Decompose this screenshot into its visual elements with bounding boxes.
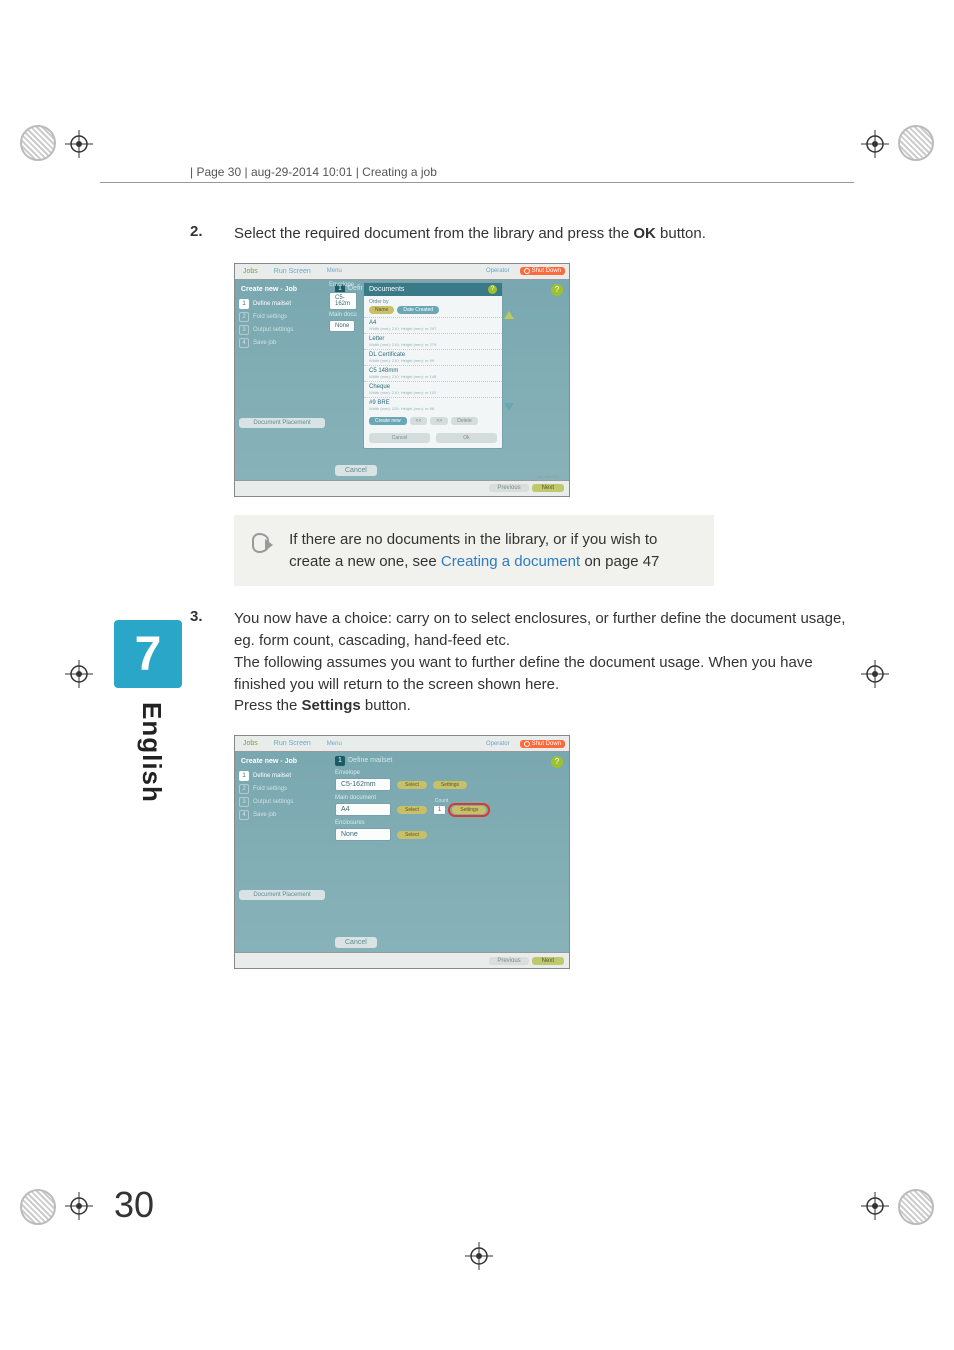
enclosures-select-button[interactable]: Select (397, 831, 427, 839)
envelope-label: Envelope (335, 770, 563, 776)
list-item[interactable]: A4Width (mm): 210; Height (mm): nr 297 (364, 317, 502, 333)
note-box: If there are no documents in the library… (234, 515, 714, 587)
wizard-step-output-settings[interactable]: 3Output settings (239, 797, 325, 807)
list-item[interactable]: ChequeWidth (mm): 210; Height (mm): nr 1… (364, 381, 502, 397)
panel-title: 1Define mailset (335, 756, 563, 766)
step-text: You now have a choice: carry on to selec… (234, 608, 854, 717)
operator-label[interactable]: Operator (480, 266, 516, 276)
previous-button[interactable]: Previous (489, 484, 528, 492)
chapter-tab: 7 (114, 620, 182, 688)
order-by-label: Order by (364, 296, 502, 306)
next-button[interactable]: (all load OK)Next (532, 484, 564, 492)
crop-mark (861, 1192, 889, 1220)
scroll-down-icon[interactable] (504, 403, 514, 411)
callout-ring (448, 803, 490, 817)
document-placement-button[interactable]: Document Placement (239, 418, 325, 428)
wizard-step-define-mailset[interactable]: 1Define mailset (239, 771, 325, 781)
enclosures-label: Enclosures (335, 820, 563, 826)
print-mark (898, 1189, 934, 1225)
delete-button[interactable]: Delete (451, 417, 477, 425)
tab-run-screen[interactable]: Run Screen (266, 266, 319, 277)
ok-button[interactable]: Ok (436, 433, 497, 443)
menu-button[interactable]: Menu (319, 739, 350, 749)
print-mark (20, 125, 56, 161)
shutdown-button[interactable]: Shut Down (520, 267, 565, 275)
count-label: Count (435, 798, 448, 804)
step-number: 3. (190, 608, 210, 717)
cancel-button[interactable]: Cancel (335, 465, 377, 476)
print-mark (898, 125, 934, 161)
envelope-settings-button[interactable]: Settings (433, 781, 467, 789)
envelope-value: C5-162m (329, 292, 357, 310)
language-label: English (136, 702, 167, 803)
breadcrumb: Create new - Job (241, 286, 325, 293)
link-creating-a-document[interactable]: Creating a document (441, 553, 580, 570)
previous-button[interactable]: Previous (489, 957, 528, 965)
power-icon (524, 741, 530, 747)
documents-popup: Documents? Order by Name Date Created A4… (363, 282, 503, 449)
crop-mark (861, 130, 889, 158)
scroll-up-icon[interactable] (504, 311, 514, 319)
wizard-step-save-job[interactable]: 4Save job (239, 810, 325, 820)
list-item[interactable]: DL CertificateWidth (mm): 210; Height (m… (364, 349, 502, 365)
step-text: Select the required document from the li… (234, 223, 854, 245)
main-doc-value: None (329, 320, 355, 332)
cancel-button[interactable]: Cancel (335, 937, 377, 948)
list-item[interactable]: C5 148mmWidth (mm): 210; Height (mm): nr… (364, 365, 502, 381)
document-placement-button[interactable]: Document Placement (239, 890, 325, 900)
main-doc-value: A4 (335, 803, 391, 816)
wizard-step-fold-settings[interactable]: 2Fold settings (239, 312, 325, 322)
wizard-step-fold-settings[interactable]: 2Fold settings (239, 784, 325, 794)
count-value: 1 (433, 805, 446, 815)
create-new-button[interactable]: Create new (369, 417, 407, 425)
shutdown-button[interactable]: Shut Down (520, 740, 565, 748)
sort-date-button[interactable]: Date Created (397, 306, 439, 314)
page-number: 30 (114, 1184, 154, 1226)
main-doc-settings-button[interactable]: Settings (452, 806, 486, 814)
page-prev-button[interactable]: << (410, 417, 428, 425)
help-icon[interactable]: ? (488, 285, 497, 294)
print-mark (20, 1189, 56, 1225)
page-header: | Page 30 | aug-29-2014 10:01 | Creating… (100, 160, 854, 183)
tab-jobs[interactable]: Jobs (235, 266, 266, 277)
tab-jobs[interactable]: Jobs (235, 738, 266, 749)
envelope-select-button[interactable]: Select (397, 781, 427, 789)
list-item[interactable]: LetterWidth (mm): 216; Height (mm): nr 2… (364, 333, 502, 349)
wizard-step-define-mailset[interactable]: 1Define mailset (239, 299, 325, 309)
popup-title: Documents (369, 286, 404, 293)
crop-mark (465, 1242, 493, 1270)
wizard-step-output-settings[interactable]: 3Output settings (239, 325, 325, 335)
crop-mark (65, 130, 93, 158)
operator-label[interactable]: Operator (480, 739, 516, 749)
envelope-value: C5-162mm (335, 778, 391, 791)
main-doc-label: Main document (335, 795, 563, 801)
crop-mark (65, 660, 93, 688)
scroll-control[interactable] (504, 311, 514, 411)
breadcrumb: Create new - Job (241, 758, 325, 765)
enclosures-value: None (335, 828, 391, 841)
crop-mark (65, 1192, 93, 1220)
step-number: 2. (190, 223, 210, 245)
power-icon (524, 268, 530, 274)
wizard-step-save-job[interactable]: 4Save job (239, 338, 325, 348)
sort-name-button[interactable]: Name (369, 306, 394, 314)
help-icon[interactable]: ? (551, 284, 563, 296)
tab-run-screen[interactable]: Run Screen (266, 738, 319, 749)
envelope-label: Envelope (329, 282, 357, 288)
crop-mark (861, 660, 889, 688)
cancel-button[interactable]: Cancel (369, 433, 430, 443)
help-icon[interactable]: ? (551, 756, 563, 768)
main-doc-select-button[interactable]: Select (397, 806, 427, 814)
embedded-screenshot-1: Jobs Run Screen Menu Operator Shut Down … (234, 263, 570, 497)
page-next-button[interactable]: >> (430, 417, 448, 425)
list-item[interactable]: #9 BREWidth (mm): 225; Height (mm): nr 9… (364, 397, 502, 413)
embedded-screenshot-2: Jobs Run Screen Menu Operator Shut Down … (234, 735, 570, 969)
note-icon (252, 533, 269, 553)
menu-button[interactable]: Menu (319, 266, 350, 276)
main-doc-label: Main docu (329, 312, 357, 318)
next-button[interactable]: Next (532, 957, 564, 965)
